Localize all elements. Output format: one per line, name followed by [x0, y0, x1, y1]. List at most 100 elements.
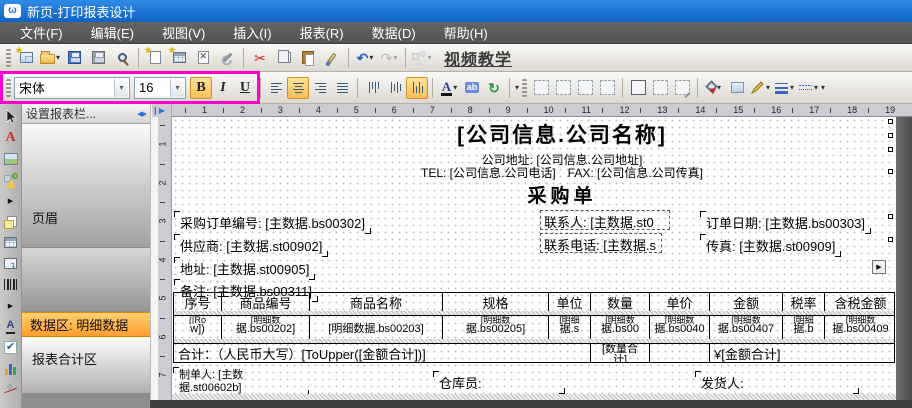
total-qty-cell[interactable]: [数量合计] [591, 344, 650, 362]
header-cell[interactable]: 税率 [783, 293, 825, 311]
format-painter-button[interactable] [320, 46, 344, 70]
data-cell[interactable]: [明细数据.bs00409 [825, 316, 896, 339]
field-address[interactable]: 地址: [主数据.st00905] [176, 258, 313, 279]
toolbar-grip[interactable] [6, 79, 11, 97]
line-weight-button[interactable]: ▾ [772, 76, 796, 100]
menu-data[interactable]: 数据(D) [358, 21, 430, 44]
pointer-tool[interactable] [2, 108, 20, 125]
header-cell[interactable]: 单位 [549, 293, 591, 311]
align-objects-button[interactable]: ▾ [410, 46, 434, 70]
toolbar-overflow-icon[interactable]: ▾ [821, 83, 825, 92]
bold-button[interactable]: B [190, 77, 212, 99]
header-cell[interactable]: 商品编号 [222, 293, 310, 311]
field-company-name[interactable]: [公司信息.公司名称] [232, 119, 892, 149]
selection-handle[interactable] [888, 169, 893, 174]
panel-tool[interactable] [2, 255, 20, 272]
paste-button[interactable] [296, 46, 320, 70]
new-page-button[interactable]: ★ [143, 46, 167, 70]
valign-middle-button[interactable] [384, 77, 406, 99]
chart-tool[interactable] [2, 360, 20, 377]
data-cell[interactable]: [明细数据.bs00 [591, 316, 650, 339]
save-button[interactable] [62, 46, 86, 70]
data-cell[interactable]: [明细数据.bs00203] [310, 316, 443, 339]
field-doc-title[interactable]: 采购单 [232, 181, 892, 208]
shape-tool-expand[interactable]: ▶ [2, 192, 20, 209]
header-cell[interactable]: 数量 [591, 293, 650, 311]
border-custom-button[interactable] [671, 77, 693, 99]
border-grid-button[interactable] [596, 77, 618, 99]
menu-edit[interactable]: 编辑(E) [77, 21, 148, 44]
menu-view[interactable]: 视图(V) [148, 21, 219, 44]
new-band-button[interactable]: ★ [167, 46, 191, 70]
selection-handle[interactable] [888, 119, 893, 124]
table-tool[interactable] [2, 234, 20, 251]
selection-handle[interactable] [888, 147, 893, 152]
menu-insert[interactable]: 插入(I) [219, 21, 285, 44]
preview-button[interactable] [110, 46, 134, 70]
field-order-date[interactable]: 订单日期: [主数据.bs00303] [702, 212, 869, 233]
underline-button[interactable]: U [234, 77, 256, 99]
barcode-tool[interactable] [2, 276, 20, 293]
new-report-button[interactable]: ★ [14, 46, 38, 70]
copy-button[interactable] [272, 46, 296, 70]
border-none-button[interactable] [530, 77, 552, 99]
border-outline-button[interactable] [627, 77, 649, 99]
data-cell[interactable]: [明细据.s [549, 316, 591, 339]
save-all-button[interactable] [86, 46, 110, 70]
selection-handle[interactable] [888, 237, 893, 242]
field-warehouse-keeper[interactable]: 仓库员: [435, 372, 563, 393]
delete-page-button[interactable]: ✕ [191, 46, 215, 70]
toolbar-grip[interactable] [522, 79, 527, 97]
band-report-total[interactable]: 报表合计区 [22, 337, 150, 394]
selection-handle[interactable] [888, 214, 893, 219]
border-all-button[interactable] [552, 77, 574, 99]
field-maker[interactable]: 制单人: [主数据.st00602b] [175, 368, 307, 395]
data-cell[interactable]: [明细数据.bs00407 [710, 316, 783, 339]
highlight-button[interactable]: ab [461, 77, 483, 99]
collapse-icon[interactable]: ◀▶ [137, 110, 146, 118]
valign-top-button[interactable] [362, 77, 384, 99]
field-company-telfax[interactable]: TEL: [公司信息.公司电话] FAX: [公司信息.公司传真] [232, 164, 892, 181]
redo-button[interactable]: ↷▾ [377, 46, 401, 70]
data-cell[interactable]: [明细数据.bs00202] [222, 316, 310, 339]
align-left-button[interactable] [265, 77, 287, 99]
menu-file[interactable]: 文件(F) [6, 21, 77, 44]
menu-help[interactable]: 帮助(H) [430, 21, 502, 44]
border-inside-button[interactable] [574, 77, 596, 99]
refresh-button[interactable]: ↻ [483, 77, 505, 99]
shape-tool[interactable] [2, 171, 20, 188]
label-tool[interactable]: A [2, 129, 20, 146]
scatter-tool[interactable] [2, 381, 20, 398]
total-empty-cell[interactable] [650, 344, 710, 362]
line-style-button[interactable]: ▾ [796, 76, 820, 100]
font-color-button[interactable]: A▾ [437, 76, 461, 100]
total-label-cell[interactable]: 合计：（人民币大写）[ToUpper([金额合计])] [174, 344, 591, 362]
selection-handle[interactable] [888, 133, 893, 138]
header-cell[interactable]: 序号 [174, 293, 222, 311]
align-justify-button[interactable] [331, 77, 353, 99]
field-contact-phone[interactable]: 联系电话: [主数据.s [540, 233, 662, 253]
data-cell[interactable]: [明细数据.bs0040 [650, 316, 710, 339]
image-tool[interactable] [2, 150, 20, 167]
menu-report[interactable]: 报表(R) [286, 21, 358, 44]
field-fax[interactable]: 传真: [主数据.st00909] [702, 235, 839, 256]
pen-color-button[interactable]: ▾ [748, 76, 772, 100]
page-setup-button[interactable] [215, 46, 239, 70]
richtext-tool[interactable]: A [2, 318, 20, 335]
data-cell[interactable]: [明细数据.bs00205] [443, 316, 549, 339]
font-size-select[interactable]: 16 ▾ [134, 77, 186, 99]
canvas-scroll-button[interactable]: ▶ [872, 260, 886, 274]
header-cell[interactable]: 单价 [650, 293, 710, 311]
subreport-tool[interactable] [2, 213, 20, 230]
toolbar-overflow-icon[interactable]: ▾ [515, 83, 519, 92]
fill-color-button[interactable]: ▾ [702, 76, 726, 100]
sidebar-header[interactable]: 设置报表栏... ◀▶ [22, 104, 150, 124]
header-cell[interactable]: 含税金额 [825, 293, 896, 311]
align-center-button[interactable] [287, 77, 309, 99]
border-clear-button[interactable] [649, 77, 671, 99]
checkbox-tool[interactable]: ✔ [2, 339, 20, 356]
field-shipper[interactable]: 发货人: [697, 372, 857, 393]
valign-bottom-button[interactable] [406, 77, 428, 99]
design-canvas[interactable]: [公司信息.公司名称] 公司地址: [公司信息.公司地址] TEL: [公司信息… [172, 117, 896, 400]
data-cell[interactable]: ([Row]) [174, 316, 222, 339]
